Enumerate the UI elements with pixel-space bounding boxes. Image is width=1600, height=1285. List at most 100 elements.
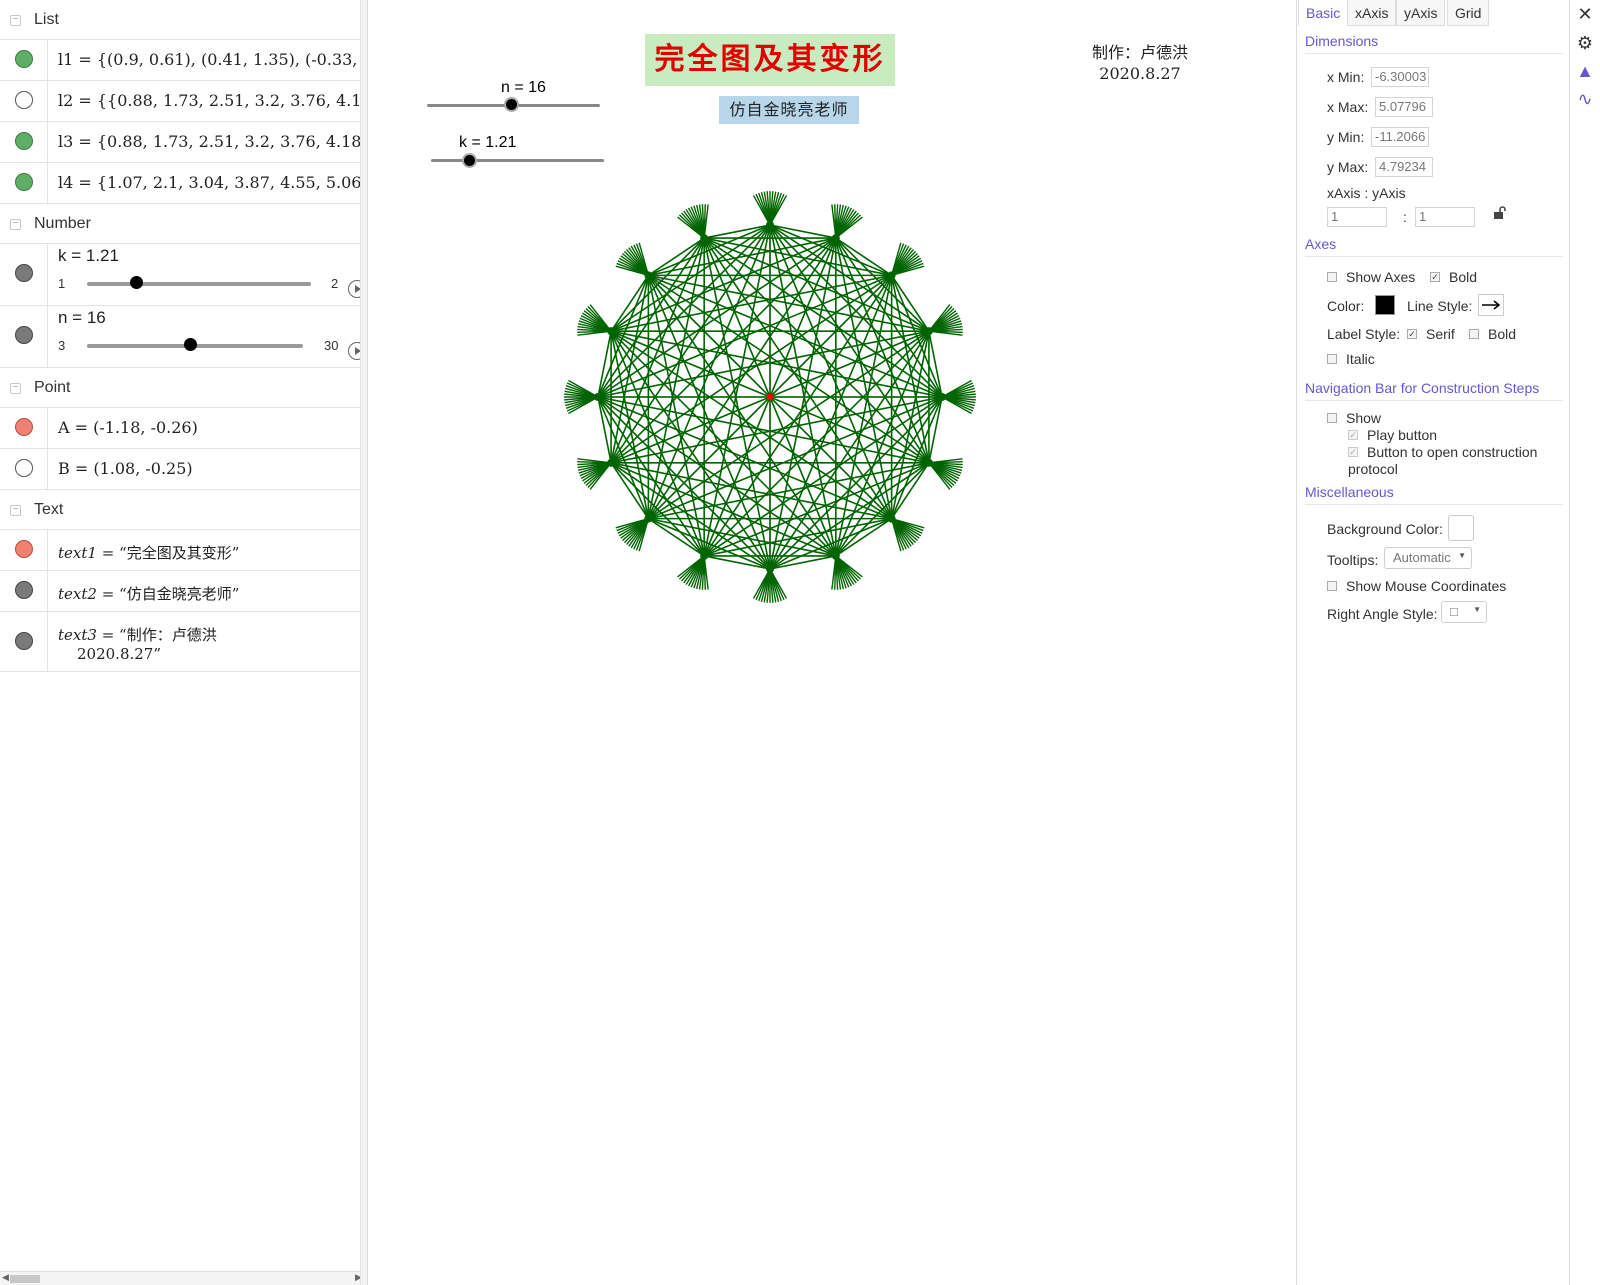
lock-icon[interactable] <box>1493 206 1507 224</box>
visibility-toggle-icon[interactable] <box>15 132 33 150</box>
graph-vertex[interactable] <box>766 221 774 229</box>
bold-checkbox[interactable]: ✓ <box>1430 272 1440 282</box>
graph-vertex[interactable] <box>644 271 653 280</box>
list-item[interactable]: l4 = {1.07, 2.1, 3.04, 3.87, 4.55, 5.06,… <box>0 163 367 204</box>
collapse-icon[interactable]: − <box>10 15 21 26</box>
collapse-icon[interactable]: − <box>10 505 21 516</box>
visibility-toggle-icon[interactable] <box>15 326 33 344</box>
algebra-expression[interactable]: B = (1.08, -0.25) <box>58 459 193 478</box>
visibility-toggle-icon[interactable] <box>15 264 33 282</box>
slider-k-track[interactable] <box>431 159 604 162</box>
list-item[interactable]: text2 = “仿自金晓亮老师” <box>0 571 367 612</box>
collapse-icon[interactable]: − <box>10 219 21 230</box>
curve-icon[interactable]: ∿ <box>1574 88 1596 110</box>
graph-vertex[interactable] <box>887 271 896 280</box>
axes-color-swatch[interactable] <box>1375 295 1395 315</box>
visibility-toggle-icon[interactable] <box>15 581 33 599</box>
tab-grid[interactable]: Grid <box>1447 0 1490 26</box>
collapse-icon[interactable]: − <box>10 383 21 394</box>
tab-yaxis[interactable]: yAxis <box>1396 0 1446 26</box>
visibility-toggle-icon[interactable] <box>15 91 33 109</box>
graph-vertex[interactable] <box>700 234 709 243</box>
ratio-y-input[interactable]: 1 <box>1415 207 1475 227</box>
visibility-toggle-icon[interactable] <box>15 540 33 558</box>
list-item[interactable]: B = (1.08, -0.25) <box>0 449 367 490</box>
list-item[interactable]: A = (-1.18, -0.26) <box>0 408 367 449</box>
graph-vertex[interactable] <box>607 327 616 336</box>
play-icon[interactable] <box>348 342 366 360</box>
serif-checkbox[interactable]: ✓ <box>1407 329 1417 339</box>
algebra-expression[interactable]: text1 = “完全图及其变形” <box>58 542 239 563</box>
algebra-expression[interactable]: l1 = {(0.9, 0.61), (0.41, 1.35), (-0.33,… <box>58 50 367 69</box>
center-point[interactable] <box>766 393 774 401</box>
algebra-expression[interactable]: l4 = {1.07, 2.1, 3.04, 3.87, 4.55, 5.06,… <box>58 173 367 192</box>
graph-vertex[interactable] <box>607 458 616 467</box>
group-header-list[interactable]: − List <box>0 0 367 40</box>
visibility-toggle-icon[interactable] <box>15 173 33 191</box>
graph-vertex[interactable] <box>831 234 840 243</box>
slider-knob[interactable] <box>130 276 143 289</box>
slider-item-n[interactable]: n = 16 3 30 <box>0 306 367 368</box>
visibility-toggle-icon[interactable] <box>15 632 33 650</box>
graph-vertex[interactable] <box>700 551 709 560</box>
graph-vertex[interactable] <box>831 551 840 560</box>
visibility-toggle-icon[interactable] <box>15 50 33 68</box>
scroll-thumb[interactable] <box>10 1275 40 1283</box>
tab-xaxis[interactable]: xAxis <box>1347 0 1397 26</box>
graph-vertex[interactable] <box>938 393 946 401</box>
close-icon[interactable]: ✕ <box>1574 3 1596 25</box>
list-item[interactable]: text1 = “完全图及其变形” <box>0 530 367 571</box>
graph-vertex[interactable] <box>766 565 774 573</box>
bold2-checkbox[interactable] <box>1469 329 1479 339</box>
tooltips-dropdown[interactable]: Automatic ▼ <box>1384 547 1472 569</box>
list-item[interactable]: l2 = {{0.88, 1.73, 2.51, 3.2, 3.76, 4.18… <box>0 81 367 122</box>
slider-label[interactable]: k = 1.21 <box>58 246 119 266</box>
algebra-expression[interactable]: l3 = {0.88, 1.73, 2.51, 3.2, 3.76, 4.18,… <box>58 132 367 151</box>
visibility-toggle-icon[interactable] <box>15 418 33 436</box>
group-header-number[interactable]: − Number <box>0 204 367 244</box>
horizontal-scrollbar[interactable]: ◀ ▶ <box>0 1271 367 1285</box>
algebra-expression[interactable]: text2 = “仿自金晓亮老师” <box>58 583 239 604</box>
group-header-point[interactable]: − Point <box>0 368 367 408</box>
graph-vertex[interactable] <box>594 393 602 401</box>
list-item[interactable]: l1 = {(0.9, 0.61), (0.41, 1.35), (-0.33,… <box>0 40 367 81</box>
credit-text[interactable]: 制作：卢德洪 2020.8.27 <box>1065 42 1215 84</box>
visibility-toggle-icon[interactable] <box>15 459 33 477</box>
play-icon[interactable] <box>348 280 366 298</box>
group-header-text[interactable]: − Text <box>0 490 367 530</box>
xmin-input[interactable]: -6.30003 <box>1371 67 1429 87</box>
graphics-canvas[interactable] <box>375 0 1291 1285</box>
list-item[interactable]: text3 = “制作：卢德洪 2020.8.27” <box>0 612 367 672</box>
graph-vertex[interactable] <box>924 458 933 467</box>
slider-knob[interactable] <box>184 338 197 351</box>
right-angle-dropdown[interactable]: □ ▼ <box>1441 601 1487 623</box>
xmax-input[interactable]: 5.07796 <box>1375 97 1433 117</box>
tab-basic[interactable]: Basic <box>1298 0 1349 26</box>
nav-show-checkbox[interactable] <box>1327 413 1337 423</box>
list-item[interactable]: l3 = {0.88, 1.73, 2.51, 3.2, 3.76, 4.18,… <box>0 122 367 163</box>
subtitle-text[interactable]: 仿自金晓亮老师 <box>719 96 859 124</box>
scroll-right-icon[interactable]: ▶ <box>355 1272 362 1283</box>
scroll-left-icon[interactable]: ◀ <box>2 1272 9 1283</box>
slider-k-knob[interactable] <box>462 153 477 168</box>
algebra-expression[interactable]: text3 = “制作：卢德洪 <box>58 624 217 645</box>
algebra-expression[interactable]: A = (-1.18, -0.26) <box>58 418 198 437</box>
italic-checkbox[interactable] <box>1327 354 1337 364</box>
title-text[interactable]: 完全图及其变形 <box>645 34 895 86</box>
gear-icon[interactable]: ⚙ <box>1574 32 1596 54</box>
graphics-view[interactable]: n = 16 k = 1.21 完全图及其变形 仿自金晓亮老师 制作：卢德洪 2… <box>375 0 1291 1285</box>
ratio-x-input[interactable]: 1 <box>1327 207 1387 227</box>
play-button-checkbox[interactable]: ✓ <box>1348 430 1358 440</box>
graph-vertex[interactable] <box>644 514 653 523</box>
graph-vertex[interactable] <box>887 514 896 523</box>
slider-item-k[interactable]: k = 1.21 1 2 <box>0 244 367 306</box>
ymin-input[interactable]: -11.2066 <box>1371 127 1429 147</box>
slider-track[interactable] <box>87 282 311 286</box>
show-axes-checkbox[interactable] <box>1327 272 1337 282</box>
slider-label[interactable]: n = 16 <box>58 308 106 328</box>
open-protocol-checkbox[interactable]: ✓ <box>1348 447 1358 457</box>
show-mouse-checkbox[interactable] <box>1327 581 1337 591</box>
slider-n-knob[interactable] <box>504 97 519 112</box>
algebra-expression[interactable]: l2 = {{0.88, 1.73, 2.51, 3.2, 3.76, 4.18… <box>58 91 367 110</box>
line-style-arrow-icon[interactable] <box>1478 294 1504 316</box>
